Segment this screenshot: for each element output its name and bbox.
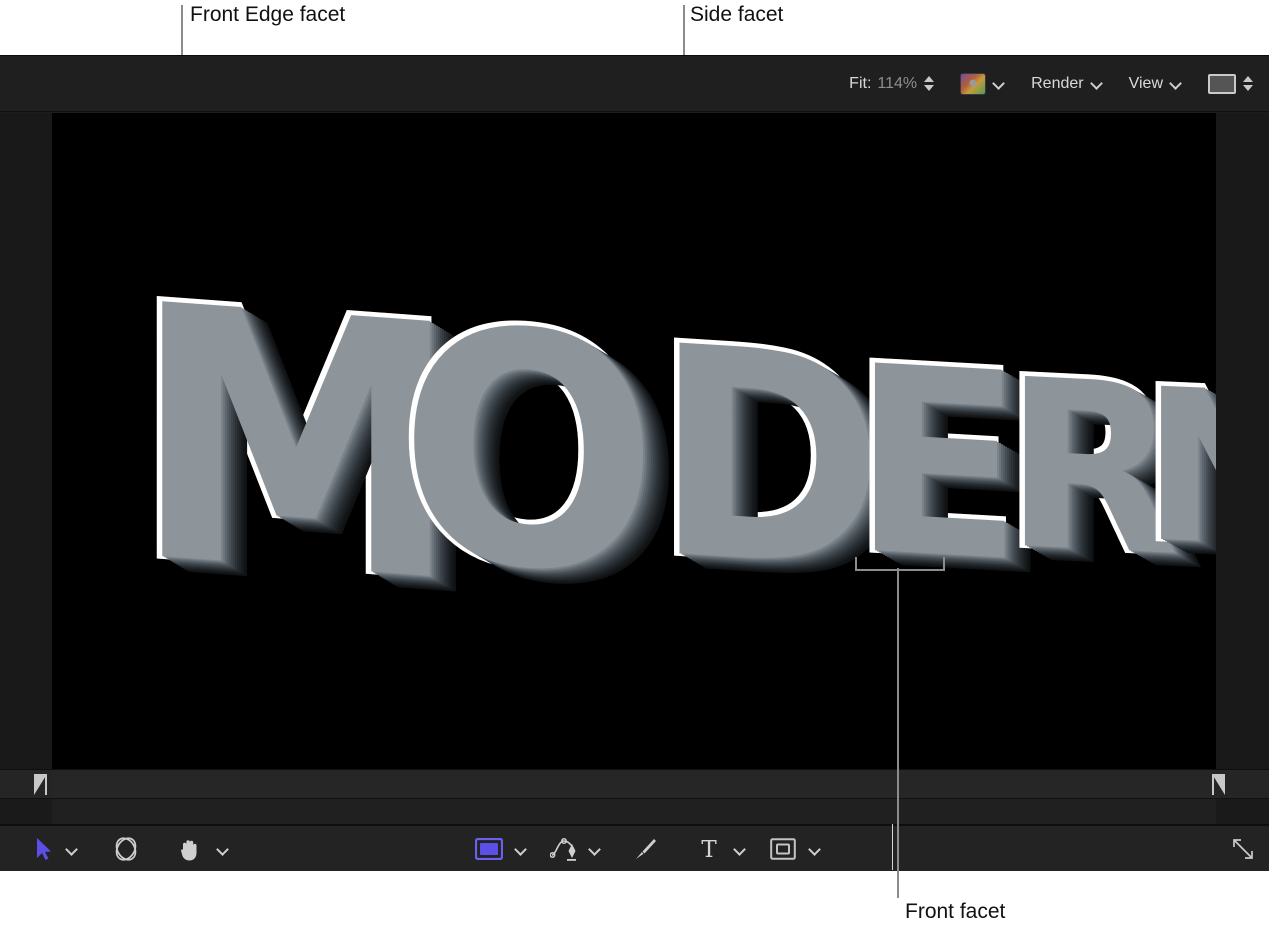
text-tool-chevron[interactable] [730,826,750,872]
scrubber-track[interactable] [52,770,1216,798]
out-point-marker-icon[interactable] [1212,774,1225,795]
3d-transform-tool[interactable] [110,826,142,872]
callout-label-side-facet: Side facet [690,3,783,27]
pan-tool[interactable] [175,826,205,872]
letter-N: N [1140,360,1216,577]
letter-D: D [652,306,883,610]
select-tool[interactable] [28,826,58,872]
bezier-pen-tool-chevron[interactable] [585,826,605,872]
view-mode-stepper-icon[interactable] [1243,76,1253,91]
callout-label-front-facet: Front facet [905,900,1005,924]
mask-tool[interactable] [768,826,798,872]
tool-toolbar: T [0,825,1269,871]
render-label: Render [1031,75,1083,93]
render-menu[interactable]: Render [1031,56,1102,111]
arrow-cursor-icon[interactable] [35,837,52,861]
scrubber-strip[interactable] [0,769,1269,799]
shape-tool[interactable] [473,826,505,872]
mask-tool-chevron[interactable] [805,826,825,872]
text-tool[interactable]: T [695,826,723,872]
view-mode-control[interactable] [1208,56,1253,111]
hand-icon[interactable] [178,836,202,862]
canvas-render-surface[interactable]: M O D E R N [52,113,1216,769]
rectangle-mask-icon[interactable] [770,838,796,860]
callout-line-front-facet [897,568,899,898]
orbit-3d-icon[interactable] [112,836,140,862]
canvas-viewer-area: M O D E R N [0,113,1269,769]
resize-diagonal-icon[interactable] [1231,837,1255,861]
bezier-pen-tool[interactable] [548,826,582,872]
letter-O: O [397,282,656,620]
chevron-down-icon[interactable] [590,844,601,855]
paintbrush-icon[interactable] [633,837,657,861]
resize-grip[interactable] [1231,826,1255,872]
timebar-fill[interactable] [52,799,1216,824]
chevron-down-icon[interactable] [67,844,78,855]
timebar-strip[interactable] [0,799,1269,825]
pan-tool-chevron[interactable] [213,826,233,872]
filled-square-icon[interactable] [475,838,503,860]
in-point-marker-icon[interactable] [34,774,47,795]
view-label: View [1129,75,1163,93]
canvas-toolbar: Fit: 114% Render View [0,56,1269,112]
zoom-value: 114% [877,75,917,93]
zoom-control[interactable]: Fit: 114% [849,56,934,111]
paint-stroke-tool[interactable] [630,826,660,872]
chevron-down-icon[interactable] [218,844,229,855]
pen-bezier-icon[interactable] [550,836,580,862]
chevron-down-icon[interactable] [810,844,821,855]
chevron-down-icon[interactable] [516,844,527,855]
callout-label-front-edge-facet: Front Edge facet [190,3,345,27]
chevron-down-icon[interactable] [1171,78,1182,89]
motion-canvas-window: Fit: 114% Render View M O D E [0,55,1269,870]
chevron-down-icon[interactable] [1092,78,1103,89]
select-tool-chevron[interactable] [62,826,82,872]
shape-tool-chevron[interactable] [511,826,531,872]
view-menu[interactable]: View [1129,56,1182,111]
callout-bracket-front-facet [855,557,945,571]
svg-text:T: T [701,837,717,861]
chevron-down-icon[interactable] [735,844,746,855]
color-wheel-swatch-icon[interactable] [960,73,986,95]
chevron-down-icon[interactable] [994,78,1005,89]
zoom-stepper-icon[interactable] [924,76,934,91]
toolbar-divider [892,824,893,870]
text-object-3d[interactable]: M O D E R N [52,113,1216,769]
rectangle-frame-icon[interactable] [1208,74,1236,94]
fit-label: Fit: [849,75,871,93]
color-swatch-control[interactable] [960,56,1005,111]
text-t-icon[interactable]: T [698,837,720,861]
